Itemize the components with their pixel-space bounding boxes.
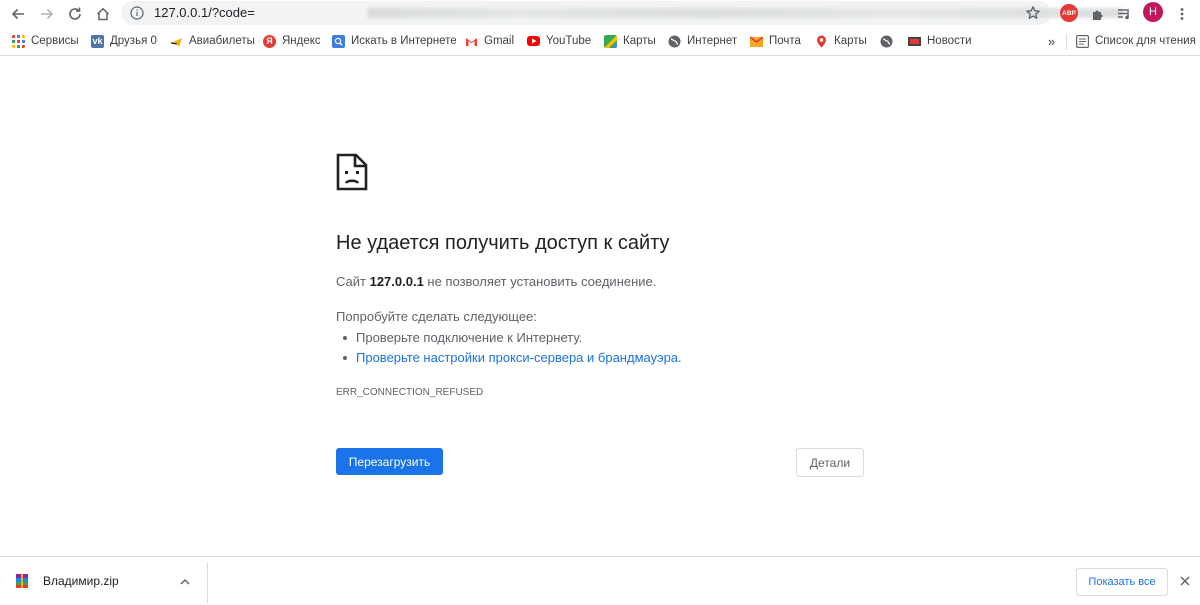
google-maps-icon <box>604 34 617 48</box>
url-query-blurred <box>367 8 1123 18</box>
browser-toolbar: 127.0.0.1/?code= ABP Н <box>0 0 1200 28</box>
bookmark-mail[interactable]: Почта <box>750 32 801 50</box>
bookmark-avia[interactable]: Авиабилеты <box>170 32 255 50</box>
bookmark-globe[interactable] <box>880 32 899 50</box>
reading-list-icon <box>1076 34 1089 48</box>
mail-icon <box>750 35 763 47</box>
more-vert-icon <box>1180 8 1184 20</box>
reload-page-button[interactable] <box>63 2 87 26</box>
profile-avatar[interactable]: Н <box>1143 2 1163 22</box>
browser-menu-button[interactable] <box>1170 2 1194 26</box>
sad-page-icon <box>336 153 368 191</box>
forward-button[interactable] <box>35 2 59 26</box>
address-bar[interactable]: 127.0.0.1/?code= <box>121 1 1123 25</box>
forward-icon <box>41 8 54 20</box>
bookmarks-bar: Сервисы vk Друзья 0 Авиабилеты Я Яндекс … <box>0 28 1200 56</box>
back-button[interactable] <box>6 2 30 26</box>
bookmarks-divider <box>1066 34 1067 50</box>
bookmark-search-internet[interactable]: Искать в Интернете <box>332 32 457 50</box>
download-item[interactable]: Владимир.zip <box>0 557 208 605</box>
apps-grid-icon <box>12 34 25 48</box>
globe-icon <box>668 35 681 47</box>
zip-archive-icon <box>16 574 28 588</box>
error-host: 127.0.0.1 <box>369 274 424 289</box>
bookmark-services[interactable]: Сервисы <box>12 32 79 50</box>
error-code: ERR_CONNECTION_REFUSED <box>336 387 484 398</box>
download-file-name: Владимир.zip <box>43 574 119 588</box>
close-icon[interactable] <box>1178 574 1192 588</box>
youtube-icon <box>527 36 540 46</box>
error-title: Не удается получить доступ к сайту <box>336 232 670 254</box>
suggestions-title: Попробуйте сделать следующее: <box>336 309 537 324</box>
bookmark-maps[interactable]: Карты <box>815 32 867 50</box>
yandex-icon: Я <box>263 34 276 48</box>
vk-icon: vk <box>91 34 104 48</box>
info-icon[interactable] <box>130 6 144 20</box>
bookmark-yandex[interactable]: Я Яндекс <box>263 32 321 50</box>
search-icon <box>332 34 345 48</box>
suggestion-check-connection: Проверьте подключение к Интернету. <box>342 330 583 345</box>
adblock-plus-icon[interactable]: ABP <box>1060 4 1078 22</box>
map-pin-icon <box>817 35 826 47</box>
reload-icon <box>69 7 81 20</box>
home-button[interactable] <box>91 2 115 26</box>
home-icon <box>96 7 110 21</box>
proxy-settings-link[interactable]: Проверьте настройки прокси-сервера и бра… <box>356 350 678 365</box>
suggestion-check-proxy: Проверьте настройки прокси-сервера и бра… <box>343 350 682 365</box>
show-all-downloads-button[interactable]: Показать все <box>1076 568 1168 596</box>
extensions-icon <box>1093 10 1103 20</box>
error-description: Сайт 127.0.0.1 не позволяет установить с… <box>336 274 657 289</box>
gmail-icon <box>466 37 477 46</box>
media-control-button[interactable] <box>1112 2 1136 26</box>
bookmark-google-maps[interactable]: Карты <box>604 32 656 50</box>
media-control-icon <box>1118 9 1129 20</box>
bookmarks-overflow-button[interactable]: » <box>1048 32 1055 50</box>
bookmark-news[interactable]: Новости <box>908 32 972 50</box>
reading-list-button[interactable]: Список для чтения <box>1076 32 1196 50</box>
back-icon <box>11 8 24 20</box>
reload-button[interactable]: Перезагрузить <box>336 448 443 475</box>
url-text[interactable]: 127.0.0.1/?code= <box>154 5 255 20</box>
bookmark-gmail[interactable]: Gmail <box>465 32 514 50</box>
plane-icon <box>170 37 182 47</box>
bookmark-star-icon[interactable] <box>1025 5 1041 21</box>
extensions-button[interactable] <box>1086 2 1110 26</box>
news-icon <box>908 36 921 46</box>
download-shelf: Владимир.zip Показать все <box>0 556 1200 604</box>
bookmark-internet[interactable]: Интернет <box>668 32 737 50</box>
chevron-up-icon[interactable] <box>178 575 192 589</box>
details-button[interactable]: Детали <box>796 448 864 477</box>
globe-icon <box>880 35 893 47</box>
bookmark-youtube[interactable]: YouTube <box>527 32 591 50</box>
bookmark-vk-friends[interactable]: vk Друзья 0 <box>91 32 157 50</box>
